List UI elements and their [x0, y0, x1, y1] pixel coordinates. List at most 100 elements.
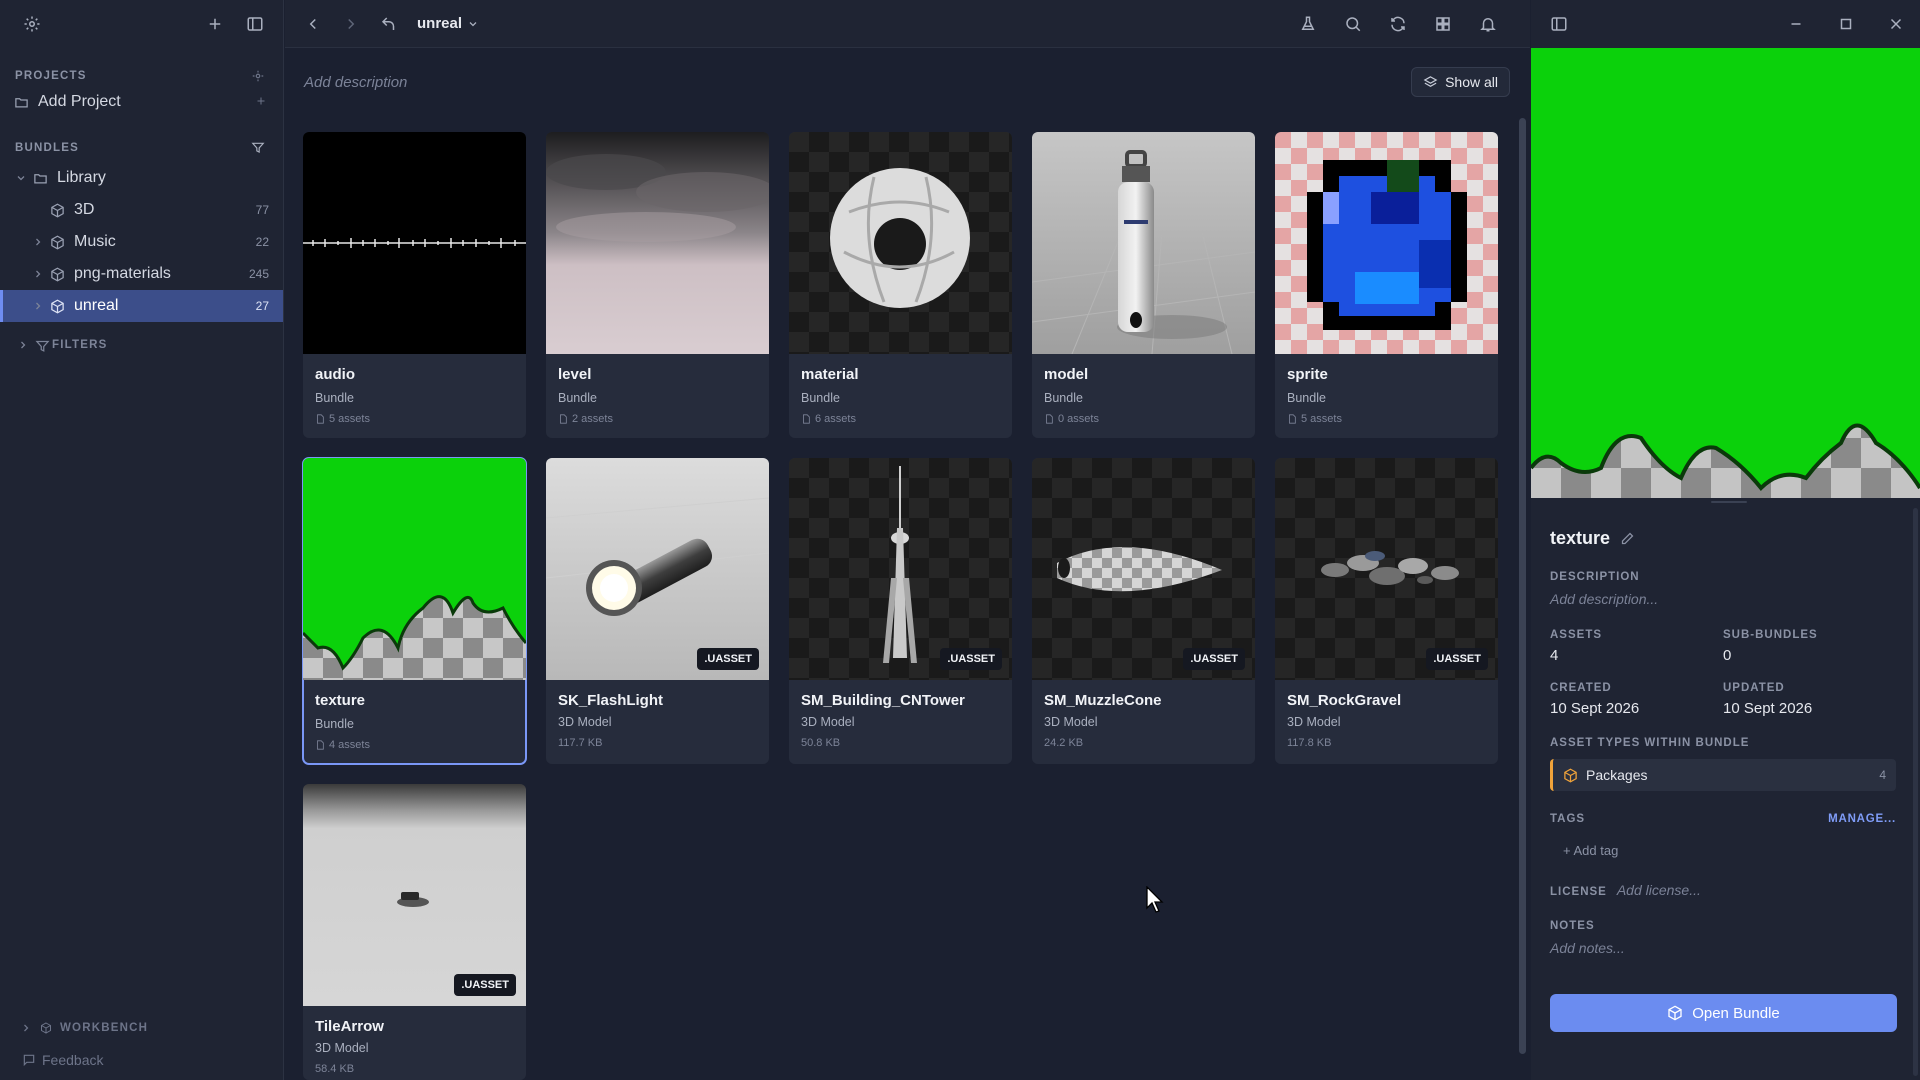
filters-toggle[interactable]: FILTERS — [0, 334, 283, 356]
file-icon — [1289, 414, 1296, 424]
card-sk-flashlight[interactable]: .UASSET SK_FlashLight 3D Model 117.7 KB — [546, 458, 769, 764]
chevron-right-icon[interactable] — [32, 268, 44, 280]
search-icon[interactable] — [1339, 10, 1367, 38]
license-row: LICENSE Add license... — [1550, 882, 1896, 898]
card-sm-building-cntower[interactable]: .UASSET SM_Building_CNTower 3D Model 50.… — [789, 458, 1012, 764]
flask-icon[interactable] — [1294, 10, 1322, 38]
chevron-right-icon[interactable] — [32, 236, 44, 248]
grid-view-icon[interactable] — [1429, 10, 1457, 38]
bundle-title-row: texture — [1550, 528, 1896, 549]
updated-label: UPDATED — [1723, 682, 1785, 694]
card-type: Bundle — [558, 391, 597, 405]
minimize-icon[interactable] — [1782, 10, 1810, 38]
up-level-icon[interactable] — [375, 10, 403, 38]
breadcrumb-label: unreal — [417, 15, 463, 32]
card-thumbnail — [303, 132, 526, 354]
workbench-toggle[interactable]: WORKBENCH — [0, 1016, 283, 1040]
asset-type-count: 4 — [1879, 768, 1886, 782]
add-project-item[interactable]: Add Project — [0, 86, 283, 118]
card-meta: 5 assets — [315, 413, 514, 425]
file-icon — [560, 414, 567, 424]
card-thumbnail — [1275, 132, 1498, 354]
sidebar-item-music[interactable]: Music 22 — [0, 226, 283, 258]
card-meta: 0 assets — [1044, 413, 1243, 425]
manage-tags-link[interactable]: MANAGE... — [1828, 813, 1896, 825]
back-arrow-icon[interactable] — [299, 10, 327, 38]
forward-arrow-icon[interactable] — [337, 10, 365, 38]
card-meta: 117.8 KB — [1287, 737, 1486, 749]
chevron-down-icon[interactable] — [15, 172, 27, 184]
projects-settings-icon[interactable] — [251, 69, 265, 83]
add-icon[interactable] — [201, 10, 229, 38]
card-meta: 117.7 KB — [558, 737, 757, 749]
card-audio[interactable]: audio Bundle 5 assets — [303, 132, 526, 438]
card-thumbnail: .UASSET — [303, 784, 526, 1006]
card-title: audio — [315, 366, 355, 383]
sidebar-item-library[interactable]: Library — [0, 162, 283, 194]
card-title: TileArrow — [315, 1018, 384, 1035]
chevron-right-icon[interactable] — [32, 300, 44, 312]
sidebar-item-label: Music — [74, 233, 116, 250]
description-field[interactable]: Add description... — [1550, 591, 1896, 607]
settings-gear-icon[interactable] — [18, 10, 46, 38]
preview-resize-handle[interactable] — [1531, 498, 1920, 506]
description-label: DESCRIPTION — [1550, 571, 1640, 583]
toggle-panel-icon[interactable] — [1545, 10, 1573, 38]
feedback-link[interactable]: Feedback — [0, 1040, 283, 1080]
card-sm-muzzlecone[interactable]: .UASSET SM_MuzzleCone 3D Model 24.2 KB — [1032, 458, 1255, 764]
cube-icon — [50, 299, 65, 314]
mouse-cursor-icon — [1146, 886, 1164, 913]
sidebar: PROJECTS Add Project BUNDLES Library 3D … — [0, 0, 284, 1080]
filter-icon[interactable] — [251, 141, 265, 155]
add-project-plus-icon[interactable] — [255, 95, 269, 109]
card-meta-label: 5 assets — [329, 413, 370, 425]
window-controls — [1782, 10, 1910, 38]
add-tag-button[interactable]: + Add tag — [1550, 843, 1896, 858]
chevron-right-icon — [17, 339, 29, 351]
cube-icon — [41, 1022, 51, 1034]
asset-grid: audio Bundle 5 assets level Bundle 2 ass… — [302, 132, 1498, 1080]
maximize-icon[interactable] — [1832, 10, 1860, 38]
created-label: CREATED — [1550, 682, 1612, 694]
card-type: Bundle — [315, 717, 354, 731]
card-thumbnail: .UASSET — [1032, 458, 1255, 680]
breadcrumb[interactable]: unreal — [417, 15, 479, 32]
filters-label: FILTERS — [52, 339, 108, 351]
card-type: 3D Model — [558, 715, 612, 729]
close-icon[interactable] — [1882, 10, 1910, 38]
open-bundle-button[interactable]: Open Bundle — [1550, 994, 1897, 1032]
pencil-icon[interactable] — [1620, 531, 1635, 546]
refresh-icon[interactable] — [1384, 10, 1412, 38]
description-input[interactable]: Add description — [304, 74, 1411, 91]
toolbar-actions — [1294, 10, 1502, 38]
card-meta-label: 50.8 KB — [801, 737, 841, 749]
card-sprite[interactable]: sprite Bundle 5 assets — [1275, 132, 1498, 438]
scrollbar[interactable] — [1519, 118, 1526, 1054]
card-level[interactable]: level Bundle 2 assets — [546, 132, 769, 438]
card-thumbnail — [1032, 132, 1255, 354]
toggle-sidebar-icon[interactable] — [241, 10, 269, 38]
sidebar-item-png-materials[interactable]: png-materials 245 — [0, 258, 283, 290]
feedback-label: Feedback — [42, 1052, 104, 1068]
card-meta-label: 117.7 KB — [558, 737, 603, 749]
card-material[interactable]: material Bundle 6 assets — [789, 132, 1012, 438]
card-model[interactable]: model Bundle 0 assets — [1032, 132, 1255, 438]
package-icon — [1564, 768, 1577, 782]
file-type-badge: .UASSET — [940, 648, 1002, 670]
panel-scrollbar[interactable] — [1913, 508, 1918, 1076]
license-field[interactable]: Add license... — [1617, 882, 1701, 898]
notes-field[interactable]: Add notes... — [1550, 940, 1896, 956]
card-meta-label: 117.8 KB — [1287, 737, 1332, 749]
card-texture[interactable]: texture Bundle 4 assets — [302, 457, 527, 765]
card-sm-rockgravel[interactable]: .UASSET SM_RockGravel 3D Model 117.8 KB — [1275, 458, 1498, 764]
card-tilearrow[interactable]: .UASSET TileArrow 3D Model 58.4 KB — [303, 784, 526, 1080]
cube-icon — [50, 267, 65, 282]
sidebar-item-unreal[interactable]: unreal 27 — [0, 290, 283, 322]
sidebar-item-3d[interactable]: 3D 77 — [0, 194, 283, 226]
card-meta: 6 assets — [801, 413, 1000, 425]
card-type: 3D Model — [1287, 715, 1341, 729]
file-type-badge: .UASSET — [454, 974, 516, 996]
show-all-button[interactable]: Show all — [1411, 67, 1510, 97]
bell-icon[interactable] — [1474, 10, 1502, 38]
asset-type-packages[interactable]: Packages 4 — [1550, 759, 1896, 791]
